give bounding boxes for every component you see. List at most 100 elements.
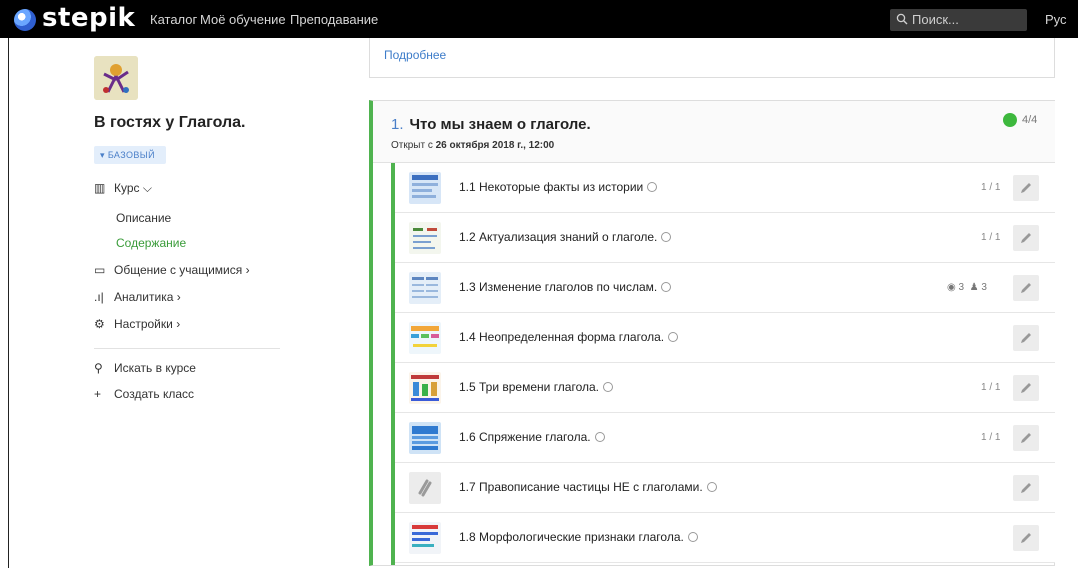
lesson-status-icon	[706, 482, 717, 492]
chevron-right-icon: ›	[245, 263, 250, 277]
lesson-thumbnail	[409, 172, 441, 204]
more-details-link[interactable]: Подробнее	[384, 48, 446, 62]
lesson-row[interactable]: 1.3 Изменение глаголов по числам. ◉ 3 ♟ …	[395, 263, 1055, 313]
edit-lesson-button[interactable]	[1013, 225, 1039, 251]
language-switcher[interactable]: Рус	[1045, 12, 1067, 27]
search-input[interactable]: Поиск...	[912, 12, 959, 27]
lesson-status-icon	[594, 432, 605, 442]
lesson-title-text: 1.1 Некоторые факты из истории	[459, 180, 644, 194]
nav-catalog-link[interactable]: Каталог	[150, 12, 197, 27]
lesson-title-text: 1.2 Актуализация знаний о глаголе.	[459, 230, 658, 244]
module-header: 1. Что мы знаем о глаголе. Открыт с 26 ок…	[373, 101, 1055, 163]
lesson-score: 1 / 1	[981, 432, 1001, 443]
sidebar-item-contents[interactable]: Содержание	[116, 235, 186, 251]
lesson-score: 1 / 1	[981, 182, 1001, 193]
lesson-thumbnail	[409, 322, 441, 354]
pencil-icon	[1021, 383, 1031, 393]
create-class-label: Создать класс	[114, 387, 194, 401]
sidebar-divider	[94, 348, 280, 349]
chevron-down-icon: ⌵	[142, 181, 152, 195]
stepik-logo-text[interactable]: stepik	[42, 4, 135, 32]
course-book-icon: ▥	[94, 181, 106, 195]
sidebar-item-description[interactable]: Описание	[116, 210, 171, 226]
edit-lesson-button[interactable]	[1013, 425, 1039, 451]
edit-lesson-button[interactable]	[1013, 525, 1039, 551]
edit-lesson-button[interactable]	[1013, 175, 1039, 201]
edit-lesson-button[interactable]	[1013, 475, 1039, 501]
sidebar-course-label: Курс	[114, 181, 140, 195]
lesson-row[interactable]: 1.6 Спряжение глагола. 1 / 1	[395, 413, 1055, 463]
lesson-title[interactable]: 1.7 Правописание частицы НЕ с глаголами.	[459, 480, 717, 495]
page-left-border	[8, 38, 9, 568]
lesson-learners: 3	[981, 282, 987, 293]
nav-teaching-link[interactable]: Преподавание	[290, 12, 378, 27]
lesson-status-icon	[603, 382, 614, 392]
lesson-row[interactable]: 1.2 Актуализация знаний о глаголе. 1 / 1	[395, 213, 1055, 263]
lesson-status-icon	[661, 282, 672, 292]
lesson-views: 3	[958, 282, 965, 293]
lesson-status-icon	[661, 232, 672, 242]
sidebar-item-analytics[interactable]: .ı| Аналитика ›	[94, 289, 181, 305]
lesson-title[interactable]: 1.1 Некоторые факты из истории	[459, 180, 658, 195]
module-card: 1. Что мы знаем о глаголе. Открыт с 26 ок…	[369, 100, 1055, 566]
lesson-score: 1 / 1	[981, 232, 1001, 243]
lesson-title[interactable]: 1.3 Изменение глаголов по числам.	[459, 280, 672, 295]
course-cover-image[interactable]	[94, 56, 138, 100]
module-progress: 4/4	[1022, 114, 1038, 126]
sidebar-item-communication[interactable]: ▭ Общение с учащимися ›	[94, 262, 250, 278]
lesson-thumbnail	[409, 222, 441, 254]
module-number: 1.	[391, 116, 404, 133]
lesson-row[interactable]: 1.7 Правописание частицы НЕ с глаголами.	[395, 463, 1055, 513]
edit-lesson-button[interactable]	[1013, 325, 1039, 351]
edit-lesson-button[interactable]	[1013, 375, 1039, 401]
lesson-title-text: 1.8 Морфологические признаки глагола.	[459, 530, 684, 544]
pencil-icon	[1021, 433, 1031, 443]
pencil-icon	[1021, 483, 1031, 493]
chevron-right-icon: ›	[176, 290, 181, 304]
lesson-row[interactable]: 1.5 Три времени глагола. 1 / 1	[395, 363, 1055, 413]
nav-my-learning-link[interactable]: Моё обучение	[200, 12, 286, 27]
course-cover-illustration	[94, 56, 138, 100]
lesson-status-icon	[687, 532, 698, 542]
lesson-thumbnail	[409, 472, 441, 504]
lesson-title[interactable]: 1.8 Морфологические признаки глагола.	[459, 530, 698, 545]
module-open-date: Открыт с 26 октября 2018 г., 12:00	[391, 140, 554, 152]
edit-lesson-button[interactable]	[1013, 275, 1039, 301]
search-icon: ⚲	[94, 361, 103, 375]
lesson-thumbnail	[409, 522, 441, 554]
lesson-title-text: 1.3 Изменение глаголов по числам.	[459, 280, 658, 294]
pencil-icon	[1021, 533, 1031, 543]
lesson-title[interactable]: 1.2 Актуализация знаний о глаголе.	[459, 230, 672, 245]
lesson-title[interactable]: 1.5 Три времени глагола.	[459, 380, 614, 395]
sidebar-course-toggle[interactable]: ▥ Курс ⌵	[94, 180, 152, 196]
lesson-title-text: 1.5 Три времени глагола.	[459, 380, 600, 394]
lesson-row[interactable]: 1.4 Неопределенная форма глагола.	[395, 313, 1055, 363]
stepik-logo-icon[interactable]	[14, 9, 36, 31]
lesson-title[interactable]: 1.4 Неопределенная форма глагола.	[459, 330, 679, 345]
lesson-score: 1 / 1	[981, 382, 1001, 393]
search-icon	[896, 13, 908, 25]
lesson-title-text: 1.4 Неопределенная форма глагола.	[459, 330, 665, 344]
gear-icon: ⚙	[94, 317, 105, 331]
lesson-thumbnail	[409, 272, 441, 304]
create-class-link[interactable]: + Создать класс	[94, 386, 194, 402]
search-in-course-link[interactable]: ⚲ Искать в курсе	[94, 360, 196, 376]
pencil-icon	[1021, 183, 1031, 193]
plus-icon: +	[94, 387, 102, 401]
lesson-title[interactable]: 1.6 Спряжение глагола.	[459, 430, 605, 445]
sidebar-analytics-label: Аналитика	[114, 290, 174, 304]
sidebar-item-settings[interactable]: ⚙ Настройки ›	[94, 316, 180, 332]
lesson-title-text: 1.6 Спряжение глагола.	[459, 430, 591, 444]
module-title[interactable]: 1. Что мы знаем о глаголе.	[391, 116, 591, 134]
lesson-row[interactable]: 1.8 Морфологические признаки глагола.	[395, 513, 1055, 563]
module-complete-icon	[1003, 113, 1017, 127]
lesson-row[interactable]: 1.1 Некоторые факты из истории 1 / 1	[395, 163, 1055, 213]
lesson-status-icon	[647, 182, 658, 192]
search-box[interactable]: Поиск...	[890, 9, 1027, 31]
top-navigation-bar: stepik Каталог Моё обучение Преподавание…	[0, 0, 1078, 38]
search-in-course-label: Искать в курсе	[114, 361, 196, 375]
course-info-card	[369, 38, 1055, 78]
level-badge-label: БАЗОВЫЙ	[107, 150, 156, 160]
lesson-thumbnail	[409, 422, 441, 454]
lesson-thumbnail	[409, 372, 441, 404]
